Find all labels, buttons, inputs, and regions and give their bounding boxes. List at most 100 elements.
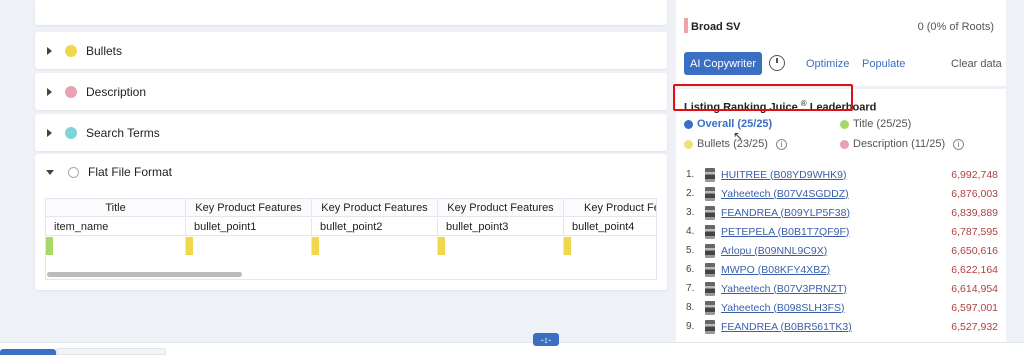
description-dot-icon — [65, 85, 77, 98]
product-link[interactable]: Yaheetech (B07V3PRNZT) — [721, 283, 951, 295]
marker-cell — [312, 237, 438, 255]
juice-score: 6,992,748 — [951, 168, 998, 181]
section-bullets[interactable]: Bullets — [35, 32, 667, 69]
leaderboard-highlight-box — [673, 84, 853, 111]
list-item[interactable]: 6. MWPO (B08KFY4XBZ) 6,622,164 — [686, 260, 998, 279]
legend-overall[interactable]: Overall (25/25) — [684, 118, 772, 130]
info-icon[interactable]: i — [953, 138, 965, 150]
rank-number: 5. — [686, 245, 695, 256]
collapse-caret-icon[interactable] — [46, 169, 54, 175]
list-item[interactable]: 2. Yaheetech (B07V4SGDDZ) 6,876,003 — [686, 184, 998, 203]
section-label: Search Terms — [86, 125, 160, 140]
rank-number: 7. — [686, 283, 695, 294]
list-item[interactable]: 5. Arlopu (B09NNL9C9X) 6,650,616 — [686, 241, 998, 260]
bullet-marker — [438, 237, 445, 255]
flat-file-ring-icon — [68, 166, 79, 178]
column-header: Key Product Features — [186, 199, 312, 216]
column-header: Key Product Feat — [564, 199, 656, 216]
product-link[interactable]: Arlopu (B09NNL9C9X) — [721, 245, 951, 257]
list-item[interactable]: 4. PETEPELA (B0B1T7QF9F) 6,787,595 — [686, 222, 998, 241]
product-thumbnail — [705, 262, 715, 277]
list-item[interactable]: 9. FEANDREA (B0BR561TK3) 6,527,932 — [686, 317, 998, 336]
title-marker — [46, 237, 53, 255]
juice-score: 6,527,932 — [951, 320, 998, 333]
bottom-tab[interactable] — [56, 348, 166, 355]
legend-description[interactable]: Description (11/25) i — [840, 138, 965, 150]
product-link[interactable]: PETEPELA (B0B1T7QF9F) — [721, 226, 951, 238]
section-label: Description — [86, 84, 147, 99]
keyword-summary-panel: Broad SV 0 (0% of Roots) AI Copywriter O… — [676, 0, 1006, 86]
product-link[interactable]: FEANDREA (B0BR561TK3) — [721, 321, 951, 333]
marker-cell — [46, 237, 186, 255]
product-thumbnail — [705, 205, 715, 220]
info-icon[interactable]: i — [775, 138, 787, 150]
legend-title[interactable]: Title (25/25) — [840, 118, 911, 130]
history-clock-icon[interactable] — [769, 55, 785, 71]
resize-handle[interactable]: -↕- — [533, 333, 559, 346]
horizontal-scrollbar[interactable] — [47, 272, 242, 277]
juice-score: 6,650,616 — [951, 244, 998, 257]
table-cell[interactable]: bullet_point2 — [312, 218, 438, 235]
product-link[interactable]: FEANDREA (B09YLP5F38) — [721, 207, 951, 219]
table-marker-row — [46, 237, 656, 255]
section-search-terms[interactable]: Search Terms — [35, 114, 667, 151]
marker-cell — [186, 237, 312, 255]
table-cell[interactable]: bullet_point3 — [438, 218, 564, 235]
column-header: Key Product Features — [312, 199, 438, 216]
bullet-marker — [564, 237, 571, 255]
ai-copywriter-button[interactable]: AI Copywriter — [684, 52, 762, 75]
list-item[interactable]: 1. HUITREE (B08YD9WHK9) 6,992,748 — [686, 165, 998, 184]
flat-file-table: Title Key Product Features Key Product F… — [45, 198, 657, 280]
broad-sv-label: Broad SV — [691, 21, 741, 33]
bullet-marker — [312, 237, 319, 255]
product-thumbnail — [705, 243, 715, 258]
bullet-marker — [186, 237, 193, 255]
populate-button[interactable]: Populate — [862, 58, 905, 70]
search-terms-dot-icon — [65, 126, 77, 139]
rank-number: 4. — [686, 226, 695, 237]
column-header: Key Product Features — [438, 199, 564, 216]
table-cell[interactable]: bullet_point4 — [564, 218, 656, 235]
table-cell[interactable]: item_name — [46, 218, 186, 235]
description-dot-icon — [840, 139, 849, 149]
product-link[interactable]: MWPO (B08KFY4XBZ) — [721, 264, 951, 276]
product-thumbnail — [705, 186, 715, 201]
list-item[interactable]: 8. Yaheetech (B098SLH3FS) 6,597,001 — [686, 298, 998, 317]
juice-score: 6,614,954 — [951, 282, 998, 295]
product-thumbnail — [705, 300, 715, 315]
product-link[interactable]: Yaheetech (B098SLH3FS) — [721, 302, 951, 314]
table-cell[interactable]: bullet_point1 — [186, 218, 312, 235]
rank-number: 3. — [686, 207, 695, 218]
legend-label: Description (11/25) — [853, 138, 946, 150]
bullets-dot-icon — [65, 44, 77, 57]
clear-data-button[interactable]: Clear data — [951, 58, 1002, 70]
product-thumbnail — [705, 167, 715, 182]
rank-number: 6. — [686, 264, 695, 275]
list-item[interactable]: 3. FEANDREA (B09YLP5F38) 6,839,889 — [686, 203, 998, 222]
juice-score: 6,787,595 — [951, 225, 998, 238]
leaderboard-panel: Listing Ranking Juice ® Leaderboard Over… — [676, 89, 1006, 349]
section-description[interactable]: Description — [35, 73, 667, 110]
overall-dot-icon — [684, 119, 693, 129]
top-card — [35, 0, 667, 25]
expand-caret-icon[interactable] — [47, 87, 52, 96]
section-label: Bullets — [86, 43, 123, 58]
product-thumbnail — [705, 319, 715, 334]
section-flat-file: Flat File Format Title Key Product Featu… — [35, 154, 667, 290]
product-link[interactable]: Yaheetech (B07V4SGDDZ) — [721, 188, 951, 200]
optimize-button[interactable]: Optimize — [806, 58, 849, 70]
broad-sv-color-bar — [684, 18, 688, 33]
flat-file-header[interactable]: Flat File Format — [35, 154, 667, 190]
bottom-tab-active[interactable] — [0, 349, 56, 355]
expand-caret-icon[interactable] — [47, 128, 52, 137]
product-thumbnail — [705, 224, 715, 239]
juice-score: 6,839,889 — [951, 206, 998, 219]
product-link[interactable]: HUITREE (B08YD9WHK9) — [721, 169, 951, 181]
juice-score: 6,622,164 — [951, 263, 998, 276]
list-item[interactable]: 7. Yaheetech (B07V3PRNZT) 6,614,954 — [686, 279, 998, 298]
broad-sv-value: 0 (0% of Roots) — [917, 21, 994, 33]
expand-caret-icon[interactable] — [47, 46, 52, 55]
title-dot-icon — [840, 119, 849, 129]
column-header: Title — [46, 199, 186, 216]
table-row: item_name bullet_point1 bullet_point2 bu… — [46, 218, 656, 236]
